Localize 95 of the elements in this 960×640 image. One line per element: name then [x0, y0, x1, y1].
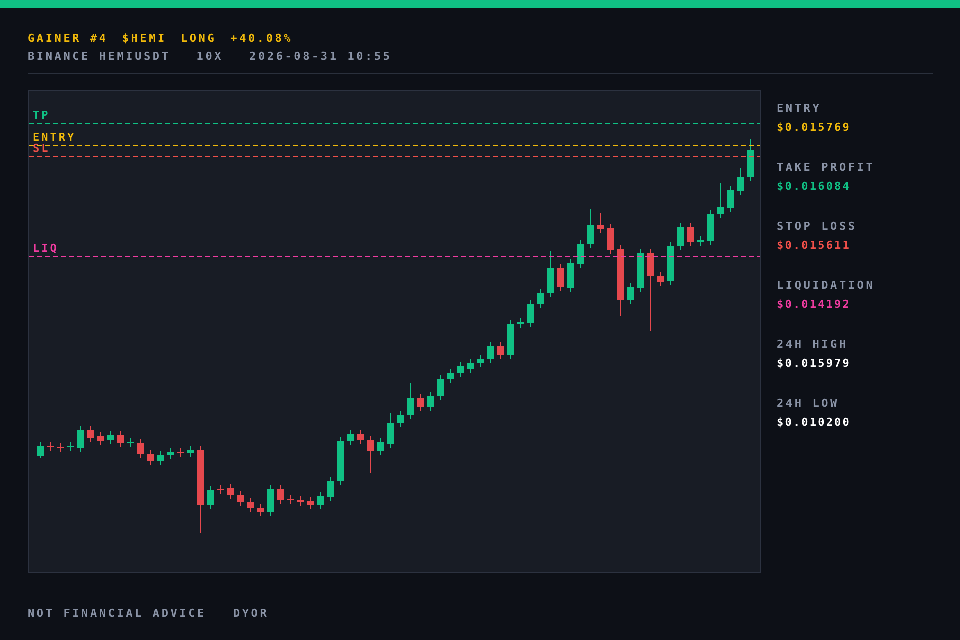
stat-value: $0.014192	[777, 299, 852, 310]
stat-value: $0.015769	[777, 122, 852, 133]
candlestick	[148, 450, 154, 466]
candlestick	[558, 264, 564, 292]
stat-label: ENTRY	[777, 103, 823, 114]
candlestick	[748, 138, 754, 182]
candlestick	[518, 318, 524, 328]
candlestick	[458, 362, 464, 378]
price-level-label: SL	[33, 143, 50, 154]
stat-value: $0.015979	[777, 358, 852, 369]
candlestick	[208, 486, 214, 510]
candlestick	[588, 208, 594, 248]
candlestick	[288, 494, 294, 504]
candlestick	[118, 430, 124, 448]
price-level-label: LIQ	[33, 243, 59, 254]
candlestick	[78, 426, 84, 452]
signal-subtitle: BINANCE HEMIUSDT	[28, 50, 171, 63]
candlestick	[618, 244, 624, 316]
candlestick	[268, 484, 274, 516]
candlestick	[58, 442, 64, 452]
stat-label: 24H LOW	[777, 398, 840, 409]
stat-label: STOP LOSS	[777, 221, 858, 232]
disclaimer-text: DYOR	[233, 607, 270, 620]
candlestick	[468, 358, 474, 374]
candlestick	[498, 342, 504, 360]
candlestick	[48, 442, 54, 452]
candlestick	[568, 258, 574, 292]
candlestick	[258, 504, 264, 516]
candlestick	[488, 342, 494, 364]
stat-value: $0.016084	[777, 181, 852, 192]
candlestick	[218, 484, 224, 494]
candlestick	[178, 448, 184, 458]
candlestick	[98, 432, 104, 446]
candlestick	[408, 382, 414, 420]
candlestick	[578, 240, 584, 268]
candlestick	[608, 224, 614, 254]
price-level-label: ENTRY	[33, 132, 76, 143]
candlestick	[478, 354, 484, 368]
stat-value: $0.015611	[777, 240, 852, 251]
candlestick	[388, 412, 394, 448]
signal-title: $HEMI	[122, 32, 167, 45]
candlestick	[158, 450, 164, 466]
candlestick	[168, 448, 174, 460]
candlestick	[698, 236, 704, 246]
stat-label: TAKE PROFIT	[777, 162, 876, 173]
candlestick	[508, 320, 514, 360]
candlestick	[428, 392, 434, 412]
candlestick	[448, 368, 454, 384]
candlestick	[38, 442, 44, 458]
signal-subtitle: 2026-08-31 10:55	[250, 50, 392, 63]
signal-title: GAINER #4	[28, 32, 108, 45]
candlestick	[358, 430, 364, 444]
candlestick	[688, 222, 694, 246]
stat-label: 24H HIGH	[777, 339, 850, 350]
candlestick	[68, 442, 74, 452]
stat-value: $0.010200	[777, 417, 852, 428]
candlestick	[728, 186, 734, 212]
candlestick	[548, 250, 554, 298]
candlestick	[338, 436, 344, 486]
candlestick	[308, 496, 314, 510]
candlestick	[188, 446, 194, 458]
candlestick	[238, 490, 244, 506]
candlestick	[628, 282, 634, 304]
price-level-label: TP	[33, 110, 50, 121]
candlestick	[108, 430, 114, 444]
candlestick	[528, 300, 534, 328]
candlestick	[708, 210, 714, 246]
candlestick	[418, 394, 424, 412]
candlestick	[678, 222, 684, 250]
candlestick	[278, 484, 284, 504]
candlestick	[128, 438, 134, 448]
candlestick	[658, 272, 664, 286]
candlestick	[538, 288, 544, 308]
signal-subtitle: 10X	[196, 50, 224, 63]
candlestick	[298, 496, 304, 506]
candlestick	[318, 492, 324, 510]
candlestick	[638, 248, 644, 292]
candlestick	[598, 212, 604, 234]
candlestick	[228, 484, 234, 500]
disclaimer-text: NOT FINANCIAL ADVICE	[28, 607, 206, 620]
stat-label: LIQUIDATION	[777, 280, 876, 291]
candlestick	[368, 436, 374, 474]
candlestick	[398, 410, 404, 428]
candlestick	[718, 182, 724, 218]
candlestick	[738, 168, 744, 196]
candlestick	[378, 438, 384, 456]
candlestick	[348, 430, 354, 446]
candlestick	[328, 476, 334, 502]
candlestick	[668, 242, 674, 286]
candlestick	[88, 426, 94, 442]
signal-title: +40.08%	[230, 32, 294, 45]
signal-title: LONG	[180, 32, 217, 45]
candlestick	[248, 498, 254, 512]
candlestick	[438, 374, 444, 400]
candlestick	[138, 438, 144, 458]
